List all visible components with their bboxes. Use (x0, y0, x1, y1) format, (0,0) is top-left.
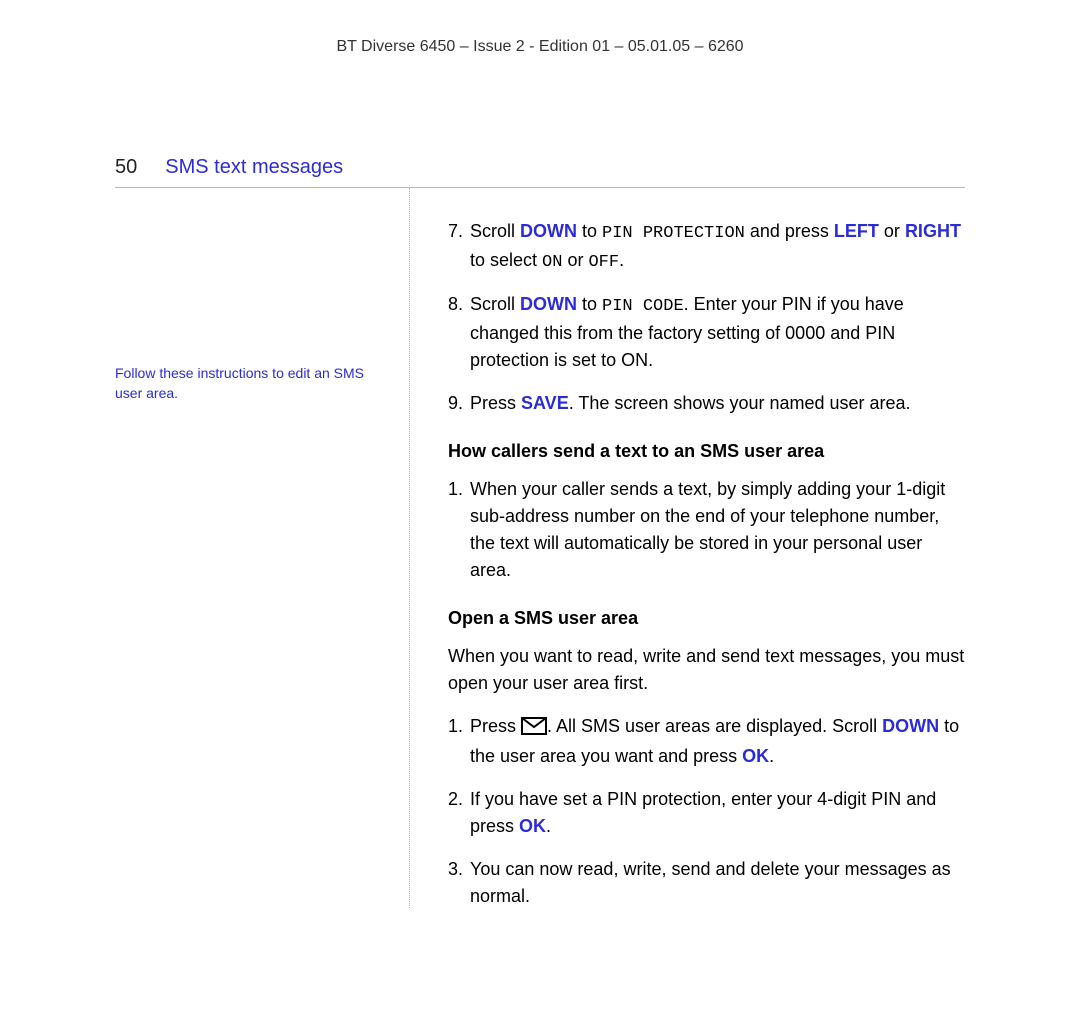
step-text: You can now read, write, send and delete… (470, 856, 965, 910)
margin-column: Follow these instructions to edit an SMS… (115, 188, 410, 908)
section-title: SMS text messages (165, 156, 343, 179)
open-step-2: 2. If you have set a PIN protection, ent… (448, 786, 965, 840)
step-7: 7. Scroll DOWN to PIN PROTECTION and pre… (448, 218, 965, 275)
content-columns: Follow these instructions to edit an SMS… (115, 188, 965, 908)
step-number: 7. (448, 218, 470, 275)
how-step-1: 1. When your caller sends a text, by sim… (448, 476, 965, 584)
page-number: 50 (115, 156, 137, 179)
step-text: Press SAVE. The screen shows your named … (470, 390, 965, 417)
step-text: Press . All SMS user areas are displayed… (470, 713, 965, 770)
open-step-3: 3. You can now read, write, send and del… (448, 856, 965, 910)
step-number: 9. (448, 390, 470, 417)
step-9: 9. Press SAVE. The screen shows your nam… (448, 390, 965, 417)
subheading-how-callers: How callers send a text to an SMS user a… (448, 441, 965, 462)
main-column: 7. Scroll DOWN to PIN PROTECTION and pre… (410, 188, 965, 908)
step-text: When your caller sends a text, by simply… (470, 476, 965, 584)
step-text: Scroll DOWN to PIN PROTECTION and press … (470, 218, 965, 275)
step-text: If you have set a PIN protection, enter … (470, 786, 965, 840)
step-number: 1. (448, 476, 470, 584)
step-number: 3. (448, 856, 470, 910)
envelope-icon (521, 716, 547, 743)
step-text: Scroll DOWN to PIN CODE. Enter your PIN … (470, 291, 965, 374)
step-number: 1. (448, 713, 470, 770)
section-head: 50 SMS text messages (115, 156, 965, 179)
step-number: 2. (448, 786, 470, 840)
step-number: 8. (448, 291, 470, 374)
step-8: 8. Scroll DOWN to PIN CODE. Enter your P… (448, 291, 965, 374)
margin-note: Follow these instructions to edit an SMS… (115, 364, 385, 403)
open-intro: When you want to read, write and send te… (448, 643, 965, 697)
subheading-open-area: Open a SMS user area (448, 608, 965, 629)
open-step-1: 1. Press . All SMS user areas are displa… (448, 713, 965, 770)
doc-header: BT Diverse 6450 – Issue 2 - Edition 01 –… (115, 38, 965, 56)
